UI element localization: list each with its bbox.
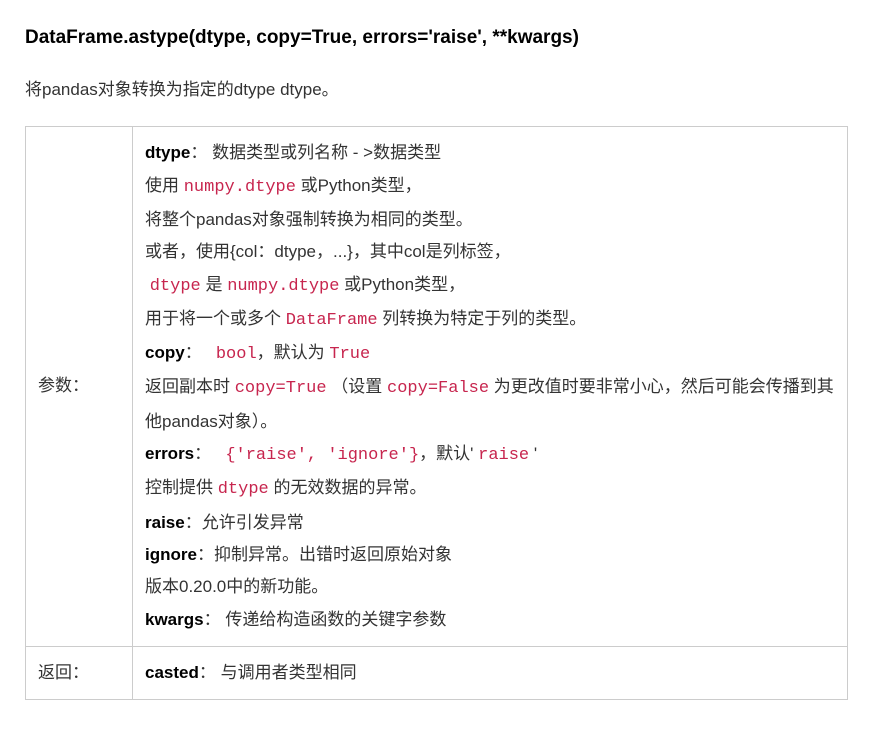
- param-copy-line2: 返回副本时 copy=True （设置 copy=False 为更改值时要非常小…: [145, 371, 835, 438]
- param-errors-line2: 控制提供 dtype 的无效数据的异常。: [145, 472, 835, 506]
- param-name: copy: [145, 343, 185, 362]
- table-row: 参数： dtype： 数据类型或列名称 - >数据类型 使用 numpy.dty…: [26, 127, 848, 646]
- code-inline: copy=False: [387, 379, 489, 398]
- params-content-cell: dtype： 数据类型或列名称 - >数据类型 使用 numpy.dtype 或…: [133, 127, 848, 646]
- param-name: casted: [145, 663, 199, 682]
- text: 传递给构造函数的关键字参数: [221, 610, 447, 629]
- param-copy-line1: copy： bool，默认为 True: [145, 337, 835, 371]
- sep: ：: [185, 343, 202, 362]
- text: 控制提供: [145, 478, 218, 497]
- param-errors-line1: errors： {'raise', 'ignore'}，默认' raise ': [145, 438, 835, 472]
- code-inline: dtype: [150, 277, 201, 296]
- code-inline: numpy.dtype: [184, 178, 296, 197]
- param-dtype-line3: 将整个pandas对象强制转换为相同的类型。: [145, 204, 835, 236]
- sep: ：: [199, 663, 216, 682]
- text: 与调用者类型相同: [216, 663, 357, 682]
- text: 的无效数据的异常。: [269, 478, 427, 497]
- code-inline: copy=True: [235, 379, 327, 398]
- returns-label-cell: 返回：: [26, 646, 133, 699]
- sep: ：: [185, 513, 202, 532]
- text: ，默认': [419, 444, 478, 463]
- text: 或Python类型，: [339, 275, 465, 294]
- param-name: kwargs: [145, 610, 204, 629]
- text: 返回副本时: [145, 377, 235, 396]
- param-kwargs-line: kwargs： 传递给构造函数的关键字参数: [145, 604, 835, 636]
- returns-content-cell: casted： 与调用者类型相同: [133, 646, 848, 699]
- table-row: 返回： casted： 与调用者类型相同: [26, 646, 848, 699]
- code-inline: True: [329, 345, 370, 364]
- text: 或Python类型，: [296, 176, 422, 195]
- text: （设置: [331, 377, 387, 396]
- new-in-version: 版本0.20.0中的新功能。: [145, 571, 835, 603]
- param-dtype-line6: 用于将一个或多个 DataFrame 列转换为特定于列的类型。: [145, 303, 835, 337]
- code-inline: DataFrame: [286, 311, 378, 330]
- text: 允许引发异常: [202, 513, 304, 532]
- sep: ：: [197, 545, 214, 564]
- param-name: raise: [145, 513, 185, 532]
- param-dtype-line4: 或者，使用{col：dtype，...}，其中col是列标签，: [145, 236, 835, 268]
- sep: ：: [194, 444, 211, 463]
- return-casted-line: casted： 与调用者类型相同: [145, 657, 835, 689]
- code-inline: numpy.dtype: [227, 277, 339, 296]
- param-dtype-line5: dtype 是 numpy.dtype 或Python类型，: [145, 269, 835, 303]
- text: 列转换为特定于列的类型。: [378, 309, 587, 328]
- param-dtype-line2: 使用 numpy.dtype 或Python类型，: [145, 170, 835, 204]
- text: 抑制异常。出错时返回原始对象: [214, 545, 452, 564]
- param-name: ignore: [145, 545, 197, 564]
- text: 用于将一个或多个: [145, 309, 286, 328]
- text: 数据类型或列名称 - >数据类型: [207, 143, 441, 162]
- text: 是: [201, 275, 227, 294]
- method-description: 将pandas对象转换为指定的dtype dtype。: [25, 74, 848, 106]
- param-name: errors: [145, 444, 194, 463]
- sep: ：: [204, 610, 221, 629]
- params-label-cell: 参数：: [26, 127, 133, 646]
- param-ignore-line: ignore：抑制异常。出错时返回原始对象: [145, 539, 835, 571]
- param-name: dtype: [145, 143, 190, 162]
- method-signature: DataFrame.astype(dtype, copy=True, error…: [25, 20, 848, 56]
- text: ，默认为: [257, 343, 330, 362]
- param-dtype-line1: dtype： 数据类型或列名称 - >数据类型: [145, 137, 835, 169]
- params-table: 参数： dtype： 数据类型或列名称 - >数据类型 使用 numpy.dty…: [25, 126, 848, 700]
- code-inline: raise: [478, 446, 529, 465]
- code-inline: dtype: [218, 480, 269, 499]
- param-raise-line: raise：允许引发异常: [145, 507, 835, 539]
- text: 使用: [145, 176, 184, 195]
- code-inline: bool: [216, 345, 257, 364]
- sep: ：: [190, 143, 207, 162]
- code-inline: {'raise', 'ignore'}: [225, 446, 419, 465]
- text: ': [529, 444, 537, 463]
